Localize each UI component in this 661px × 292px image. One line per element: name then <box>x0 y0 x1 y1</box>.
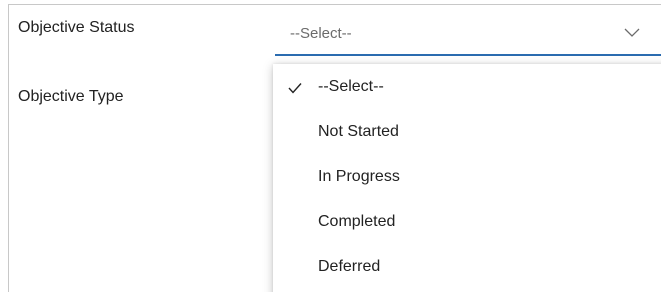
option-not-started[interactable]: Not Started <box>273 111 661 155</box>
objective-status-label: Objective Status <box>18 19 135 36</box>
option-label: Not Started <box>318 123 399 140</box>
option-deferred[interactable]: Deferred <box>273 246 661 290</box>
objective-type-label: Objective Type <box>18 88 124 105</box>
selected-value: --Select-- <box>290 25 352 42</box>
option-in-progress[interactable]: In Progress <box>273 156 661 200</box>
objective-status-select[interactable]: --Select-- <box>275 10 661 56</box>
option-label: Deferred <box>318 258 381 275</box>
option-label: --Select-- <box>318 78 384 95</box>
option-label: Completed <box>318 213 396 230</box>
chevron-down-icon <box>624 28 640 37</box>
option-label: In Progress <box>318 168 400 185</box>
option-completed[interactable]: Completed <box>273 201 661 245</box>
checkmark-icon <box>288 83 302 94</box>
form-panel: Objective Status Objective Type --Select… <box>0 0 661 292</box>
option-select-placeholder[interactable]: --Select-- <box>273 66 661 110</box>
objective-status-dropdown-menu: --Select-- Not Started In Progress Compl… <box>273 64 661 292</box>
